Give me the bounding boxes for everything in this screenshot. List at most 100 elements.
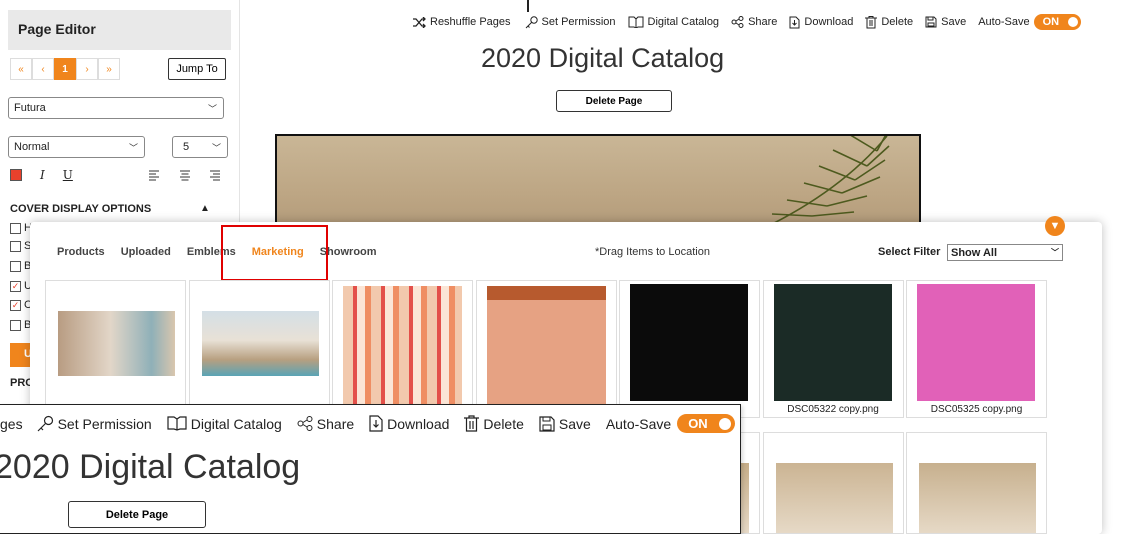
delete-page-button[interactable]: Delete Page	[556, 90, 672, 112]
align-right-icon[interactable]	[209, 170, 221, 181]
media-thumbnail	[343, 286, 462, 417]
autosave-label: Auto-Save	[978, 16, 1030, 28]
cover-option-checkbox[interactable]	[10, 241, 21, 252]
pager-first[interactable]: «	[10, 58, 32, 80]
align-center-icon[interactable]	[179, 170, 191, 181]
media-tile[interactable]	[45, 280, 186, 418]
book-icon	[167, 416, 187, 431]
digital-catalog-button[interactable]: Digital Catalog	[628, 16, 720, 28]
media-tile[interactable]	[475, 280, 617, 418]
drag-hint: *Drag Items to Location	[595, 246, 710, 258]
media-thumbnail	[486, 286, 606, 417]
cover-option-checkbox[interactable]: ✓	[10, 300, 21, 311]
collapse-chevron-icon[interactable]: ▼	[1045, 216, 1065, 236]
media-thumbnail	[773, 284, 892, 401]
top-toolbar: Reshuffle Pages Set Permission Digital C…	[413, 14, 1081, 30]
toggle-label: ON	[1042, 16, 1060, 28]
save-label: Save	[941, 16, 967, 28]
media-thumbnail	[630, 284, 748, 401]
digital-catalog-button[interactable]: Digital Catalog	[167, 416, 282, 432]
pager: « ‹ 1 › »	[10, 58, 120, 80]
share-label: Share	[748, 16, 778, 28]
media-caption: DSC05325 copy.png	[930, 404, 1023, 415]
cover-image[interactable]	[275, 134, 921, 234]
cover-option-checkbox[interactable]	[10, 223, 21, 234]
underline-button[interactable]: U	[63, 168, 73, 182]
chevron-down-icon: ﹀	[1051, 248, 1059, 257]
zoom-toolbar: ges Set Permission Digital Catalog Share…	[0, 414, 736, 433]
media-tile[interactable]: DSC05325 copy.png	[906, 280, 1047, 418]
divider	[527, 0, 529, 12]
reshuffle-label-partial[interactable]: ges	[0, 416, 23, 432]
jump-to-button[interactable]: Jump To	[168, 58, 226, 80]
palm-leaf-illustration	[753, 136, 890, 232]
share-button[interactable]: Share	[297, 416, 354, 432]
cover-option-checkbox[interactable]	[10, 320, 21, 331]
share-icon	[731, 16, 744, 28]
catalog-label: Digital Catalog	[190, 415, 282, 432]
media-tile[interactable]	[188, 280, 330, 418]
cover-option-checkbox[interactable]	[10, 261, 21, 272]
pager-current[interactable]: 1	[54, 58, 76, 80]
reshuffle-pages-button[interactable]: Reshuffle Pages	[413, 16, 511, 28]
toggle-knob	[719, 417, 732, 430]
toggle-label: ON	[688, 416, 708, 431]
chevron-down-icon: ﹀	[211, 142, 221, 153]
set-permission-button[interactable]: Set Permission	[37, 415, 152, 432]
download-icon	[369, 415, 383, 432]
reshuffle-label: Reshuffle Pages	[430, 16, 511, 28]
text-color-swatch[interactable]	[10, 169, 22, 181]
save-button[interactable]: Save	[539, 416, 591, 432]
font-select-value: Futura	[14, 102, 46, 114]
download-label: Download	[387, 415, 450, 432]
filter-select[interactable]: Show All ﹀	[947, 244, 1063, 261]
tab-products[interactable]: Products	[57, 246, 105, 258]
permission-label: Set Permission	[57, 415, 152, 432]
delete-button[interactable]: Delete	[464, 415, 524, 432]
italic-button[interactable]: I	[40, 168, 45, 182]
sidebar-title: Page Editor	[8, 10, 231, 50]
pager-last[interactable]: »	[98, 58, 120, 80]
media-tile[interactable]	[619, 280, 760, 418]
chevron-down-icon: ﹀	[128, 142, 138, 153]
download-button[interactable]: Download	[789, 16, 853, 29]
key-icon	[525, 15, 538, 29]
save-button[interactable]: Save	[925, 16, 966, 28]
media-tile[interactable]: DSC05322 copy.png	[762, 280, 904, 418]
delete-page-button[interactable]: Delete Page	[68, 501, 206, 528]
cover-option-checkbox[interactable]: ✓	[10, 281, 21, 292]
chevron-up-icon[interactable]: ▲	[200, 203, 210, 214]
tab-uploaded[interactable]: Uploaded	[121, 246, 171, 258]
chevron-down-icon: ﹀	[207, 103, 217, 114]
save-icon	[539, 415, 555, 432]
trash-icon	[865, 15, 878, 29]
share-icon	[297, 416, 313, 431]
media-tile[interactable]	[332, 280, 473, 418]
highlight-box	[221, 225, 328, 281]
font-select[interactable]: Futura ﹀	[8, 97, 224, 119]
style-select[interactable]: Normal ﹀	[8, 136, 145, 158]
autosave-toggle[interactable]: ON	[1033, 14, 1081, 30]
autosave-toggle[interactable]: ON	[677, 414, 736, 433]
zoomed-toolbar-callout: ges Set Permission Digital Catalog Share…	[0, 404, 741, 534]
key-icon	[37, 415, 54, 432]
pager-prev[interactable]: ‹	[32, 58, 54, 80]
pager-next[interactable]: ›	[76, 58, 98, 80]
catalog-label: Digital Catalog	[647, 16, 720, 28]
toggle-knob	[1067, 17, 1078, 27]
media-caption: DSC05322 copy.png	[787, 404, 879, 415]
share-button[interactable]: Share	[731, 16, 777, 28]
filter-label: Select Filter	[878, 246, 941, 258]
media-thumbnail	[919, 463, 1036, 533]
media-tile[interactable]	[906, 432, 1047, 534]
share-label: Share	[316, 415, 355, 432]
trash-icon	[464, 415, 480, 432]
tab-showroom[interactable]: Showroom	[320, 246, 377, 258]
set-permission-button[interactable]: Set Permission	[525, 15, 616, 29]
size-select[interactable]: 5 ﹀	[172, 136, 228, 158]
media-tile[interactable]	[762, 432, 904, 534]
download-button[interactable]: Download	[369, 415, 449, 432]
align-left-icon[interactable]	[148, 170, 161, 181]
delete-button[interactable]: Delete	[865, 15, 913, 29]
delete-label: Delete	[483, 415, 524, 432]
